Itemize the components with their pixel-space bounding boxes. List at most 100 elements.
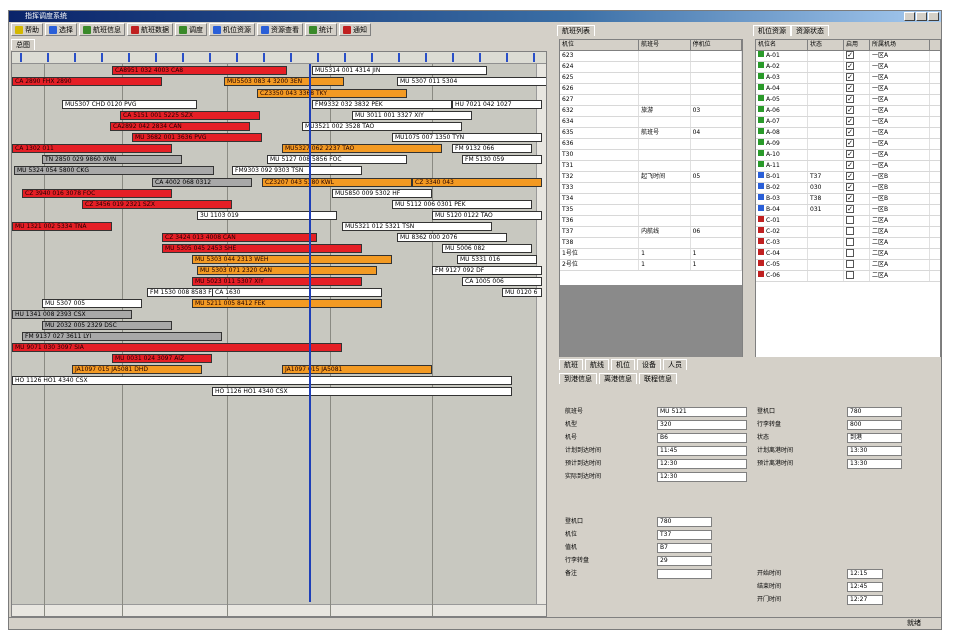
enabled-checkbox[interactable]: ✓ xyxy=(846,205,854,213)
table-row[interactable]: T37 内航线 06 xyxy=(560,227,742,238)
table-row[interactable]: T35 xyxy=(560,205,742,216)
flight-bar[interactable]: FM9332 032 3832 PEK xyxy=(312,100,452,109)
flight-bar[interactable]: MU 5112 006 0301 PEK xyxy=(392,200,532,209)
table-row[interactable]: A-02 ✓ 一区A xyxy=(756,62,940,73)
flight-bar[interactable]: FM 9137 027 3611 LYI xyxy=(22,332,222,341)
table-row[interactable]: B-04 031 ✓ 一区B xyxy=(756,205,940,216)
flight-bar[interactable]: MU 1321 002 5334 TNA xyxy=(12,222,112,231)
enabled-checkbox[interactable]: ✓ xyxy=(846,51,854,59)
field-input[interactable]: B7 xyxy=(657,543,712,553)
field-input[interactable]: 12:27 xyxy=(847,595,883,605)
flight-bar[interactable]: CA2892 042 2834 CAN xyxy=(110,122,250,131)
field-input[interactable]: 11:45 xyxy=(657,446,747,456)
flight-bar[interactable]: MU 8362 000 2076 xyxy=(397,233,507,242)
flight-bar[interactable]: MU5327 062 2237 TAO xyxy=(282,144,442,153)
flight-bar[interactable]: MU 5120 0122 TAO xyxy=(432,211,542,220)
column-header[interactable]: 启用 xyxy=(844,40,870,50)
flight-bar[interactable]: JA1097 015 JA5081 DHD xyxy=(72,365,202,374)
enabled-checkbox[interactable] xyxy=(846,216,854,224)
table-row[interactable]: 627 xyxy=(560,95,742,106)
tab-resources[interactable]: 机位资源 xyxy=(753,25,791,36)
flight-bar[interactable]: HU 7021 042 1027 xyxy=(452,100,542,109)
enabled-checkbox[interactable] xyxy=(846,227,854,235)
field-input[interactable] xyxy=(657,569,712,579)
table-row[interactable]: 624 xyxy=(560,62,742,73)
toolbar-button-4[interactable]: 调度 xyxy=(175,23,207,36)
column-header[interactable]: 停机位 xyxy=(691,40,742,50)
column-header[interactable]: 机位 xyxy=(560,40,640,50)
flight-bar[interactable]: MU 5307 011 5304 xyxy=(397,77,546,86)
flight-bar[interactable]: CA 1630 xyxy=(212,288,382,297)
flight-bar[interactable]: CZ 3940 016 3078 FOC xyxy=(22,189,172,198)
table-row[interactable]: 635 航班号 04 xyxy=(560,128,742,139)
flight-bar[interactable]: MU 3682 001 3636 PVG xyxy=(132,133,262,142)
flight-bar[interactable]: MU 0031 024 3097 AIZ xyxy=(112,354,212,363)
flight-bar[interactable]: FM 9127 092 DF xyxy=(432,266,542,275)
enabled-checkbox[interactable]: ✓ xyxy=(846,73,854,81)
flight-bar[interactable]: TN 2850 029 9860 XMN xyxy=(42,155,182,164)
table-row[interactable]: A-06 ✓ 一区A xyxy=(756,106,940,117)
tab-detail[interactable]: 航线 xyxy=(585,359,609,370)
table-row[interactable]: 625 xyxy=(560,73,742,84)
table-row[interactable]: T38 xyxy=(560,238,742,249)
table-row[interactable]: A-11 ✓ 一区A xyxy=(756,161,940,172)
enabled-checkbox[interactable]: ✓ xyxy=(846,106,854,114)
flight-bar[interactable]: MU 5303 044 2313 WEH xyxy=(192,255,392,264)
field-input[interactable]: 12:30 xyxy=(657,459,747,469)
flight-bar[interactable]: CZ 3424 013 4008 CAN xyxy=(162,233,317,242)
enabled-checkbox[interactable]: ✓ xyxy=(846,117,854,125)
flight-bar[interactable]: MU 5023 011 5307 XIY xyxy=(192,277,362,286)
enabled-checkbox[interactable] xyxy=(846,249,854,257)
table-row[interactable]: 632 旅游 03 xyxy=(560,106,742,117)
flight-bar[interactable]: MU3521 002 3528 TAO xyxy=(302,122,462,131)
flight-bar[interactable]: CA8951 032 4003 CA8 xyxy=(112,66,287,75)
flight-bar[interactable]: MU 5006 082 xyxy=(442,244,532,253)
gantt-vertical-scrollbar[interactable] xyxy=(536,64,546,604)
table-row[interactable]: 2号位 1 1 xyxy=(560,260,742,271)
table-row[interactable]: A-04 ✓ 一区A xyxy=(756,84,940,95)
flight-bar[interactable]: HO 1126 HO1 4340 CSX xyxy=(212,387,512,396)
flight-bar[interactable]: CZ3350 043 3368 TKY xyxy=(257,89,407,98)
column-header[interactable]: 机位名 xyxy=(756,40,808,50)
enabled-checkbox[interactable]: ✓ xyxy=(846,183,854,191)
enabled-checkbox[interactable]: ✓ xyxy=(846,172,854,180)
flight-bar[interactable]: MU 5211 005 8412 FEK xyxy=(192,299,382,308)
minimize-button[interactable] xyxy=(904,12,915,21)
enabled-checkbox[interactable]: ✓ xyxy=(846,128,854,136)
table-row[interactable]: 636 xyxy=(560,139,742,150)
table-row[interactable]: A-01 ✓ 一区A xyxy=(756,51,940,62)
flight-bar[interactable]: 3U 1103 019 xyxy=(197,211,337,220)
table-row[interactable]: B-03 T38 ✓ 一区B xyxy=(756,194,940,205)
field-input[interactable]: 800 xyxy=(847,420,902,430)
table-row[interactable]: T36 xyxy=(560,216,742,227)
table-row[interactable]: A-08 ✓ 一区A xyxy=(756,128,940,139)
table-row[interactable]: T32 起飞时间 05 xyxy=(560,172,742,183)
flight-bar[interactable]: MU 5307 005 xyxy=(42,299,142,308)
flight-bar[interactable]: MU5850 009 5302 HF xyxy=(332,189,432,198)
flight-bar[interactable]: FM9303 092 9303 TSN xyxy=(232,166,362,175)
table-row[interactable]: B-02 030 ✓ 一区B xyxy=(756,183,940,194)
toolbar-button-3[interactable]: 航班数据 xyxy=(127,23,173,36)
field-input[interactable]: MU 5121 xyxy=(657,407,747,417)
tab-subdetail[interactable]: 离港信息 xyxy=(599,373,637,384)
flight-bar[interactable]: CA 1302 011 xyxy=(12,144,172,153)
flight-bar[interactable]: HO 1126 HO1 4340 CSX xyxy=(12,376,512,385)
tab-subdetail[interactable]: 联程信息 xyxy=(639,373,677,384)
field-input[interactable]: 320 xyxy=(657,420,747,430)
table-row[interactable]: A-09 ✓ 一区A xyxy=(756,139,940,150)
flight-bar[interactable]: MU1075 007 1350 TYN xyxy=(392,133,542,142)
tab-gantt-overview[interactable]: 总图 xyxy=(11,39,35,50)
flight-bar[interactable]: CA 5151 001 5225 SZX xyxy=(120,111,260,120)
table-row[interactable]: T31 xyxy=(560,161,742,172)
gantt-horizontal-scrollbar[interactable] xyxy=(12,604,546,616)
enabled-checkbox[interactable] xyxy=(846,238,854,246)
table-row[interactable]: A-07 ✓ 一区A xyxy=(756,117,940,128)
flight-bar[interactable]: MU 5303 071 2320 CAN xyxy=(197,266,377,275)
enabled-checkbox[interactable]: ✓ xyxy=(846,84,854,92)
table-row[interactable]: 623 xyxy=(560,51,742,62)
field-input[interactable]: 12:30 xyxy=(657,472,747,482)
toolbar-button-5[interactable]: 机位资源 xyxy=(209,23,255,36)
flight-bar[interactable]: CZ 3456 019 2321 SZX xyxy=(82,200,232,209)
table-row[interactable]: T33 xyxy=(560,183,742,194)
field-input[interactable]: 12:45 xyxy=(847,582,883,592)
